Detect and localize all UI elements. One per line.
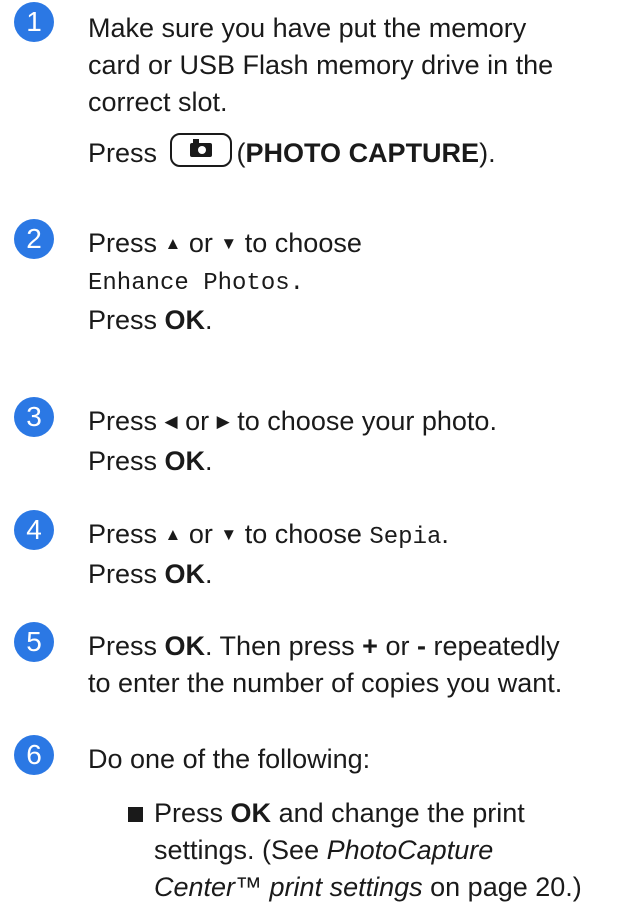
step-2-text: Press ▲ or ▼ to choose Enhance Photos. P… — [88, 225, 640, 339]
menu-option: Enhance Photos. — [88, 270, 305, 297]
up-arrow-icon: ▲ — [164, 525, 182, 544]
to-choose-label: to choose — [244, 519, 362, 549]
or-label: or — [188, 228, 213, 258]
step-number-badge: 4 — [14, 510, 54, 550]
step-line: correct slot. — [88, 87, 228, 117]
step-number-badge: 5 — [14, 622, 54, 662]
right-arrow-icon: ▶ — [216, 412, 230, 431]
down-arrow-icon: ▼ — [220, 525, 238, 544]
press-label: Press — [88, 138, 158, 168]
step-number-badge: 6 — [14, 735, 54, 775]
then-label: . Then press — [205, 631, 355, 661]
repeatedly-label: repeatedly — [433, 631, 560, 661]
press-label: Press — [88, 446, 158, 476]
step-number-badge: 1 — [14, 2, 54, 42]
period: . — [441, 519, 449, 549]
left-arrow-icon: ◀ — [164, 412, 178, 431]
or-label: or — [185, 406, 210, 436]
photo-capture-button — [169, 133, 232, 167]
ok-key: OK — [164, 631, 206, 661]
or-label: or — [188, 519, 213, 549]
or-label: or — [385, 631, 410, 661]
press-label: Press — [88, 406, 158, 436]
step-1-text: Make sure you have put the memory card o… — [88, 10, 640, 172]
paren-close: ). — [479, 138, 496, 168]
photo-capture-key: PHOTO CAPTURE — [245, 138, 480, 168]
reference-link: Center™ print settings — [154, 872, 423, 902]
step-4-text: Press ▲ or ▼ to choose Sepia. Press OK. — [88, 516, 640, 593]
press-photo-capture-line: Press (PHOTO CAPTURE). — [88, 133, 640, 172]
step-number-badge: 3 — [14, 397, 54, 437]
step-line: Press ▲ or ▼ to choose Sepia. — [88, 516, 640, 556]
press-label: Press — [88, 631, 158, 661]
press-label: Press — [88, 305, 158, 335]
minus-key: - — [416, 631, 426, 661]
step-line: Press OK. Then press + or - repeatedly — [88, 628, 640, 665]
step-6-text: Do one of the following: — [88, 741, 640, 778]
step-number-badge: 2 — [14, 219, 54, 259]
press-ok-line: Press OK. — [88, 556, 640, 593]
reference-link: PhotoCapture — [326, 835, 494, 865]
ok-key: OK — [164, 305, 206, 335]
press-label: Press — [88, 228, 158, 258]
bullet-line: Press OK and change the print — [154, 795, 624, 832]
step-line: to enter the number of copies you want. — [88, 668, 563, 698]
press-label: Press — [154, 798, 224, 828]
step-line: card or USB Flash memory drive in the — [88, 50, 554, 80]
ok-key: OK — [164, 559, 206, 589]
press-label: Press — [88, 559, 158, 589]
press-ok-line: Press OK. — [88, 302, 640, 339]
to-choose-label: to choose — [244, 228, 362, 258]
step-line: Press ◀ or ▶ to choose your photo. — [88, 403, 640, 443]
plus-key: + — [362, 631, 378, 661]
down-arrow-icon: ▼ — [220, 234, 238, 253]
camera-icon — [189, 139, 212, 157]
press-label: Press — [88, 519, 158, 549]
period: . — [205, 559, 213, 589]
step-3-text: Press ◀ or ▶ to choose your photo. Press… — [88, 403, 640, 480]
page-ref: on page 20.) — [430, 872, 582, 902]
step-rest: to choose your photo. — [237, 406, 497, 436]
bullet-rest: settings. (See — [154, 835, 320, 865]
paren-open: ( — [236, 138, 246, 168]
menu-option: Sepia — [369, 524, 442, 551]
bullet-square-icon — [128, 807, 143, 822]
bullet-line: Center™ print settings on page 20.) — [154, 869, 624, 906]
period: . — [205, 305, 213, 335]
bullet-rest: and change the print — [278, 798, 525, 828]
bullet-line: settings. (See PhotoCapture — [154, 832, 624, 869]
step-line: Press ▲ or ▼ to choose — [88, 225, 640, 265]
up-arrow-icon: ▲ — [164, 234, 182, 253]
ok-key: OK — [164, 446, 206, 476]
bullet-text: Press OK and change the print settings. … — [154, 795, 624, 906]
ok-key: OK — [230, 798, 272, 828]
period: . — [205, 446, 213, 476]
step-intro: Do one of the following: — [88, 744, 371, 774]
press-ok-line: Press OK. — [88, 443, 640, 480]
step-5-text: Press OK. Then press + or - repeatedly t… — [88, 628, 640, 702]
step-line: Make sure you have put the memory — [88, 13, 527, 43]
